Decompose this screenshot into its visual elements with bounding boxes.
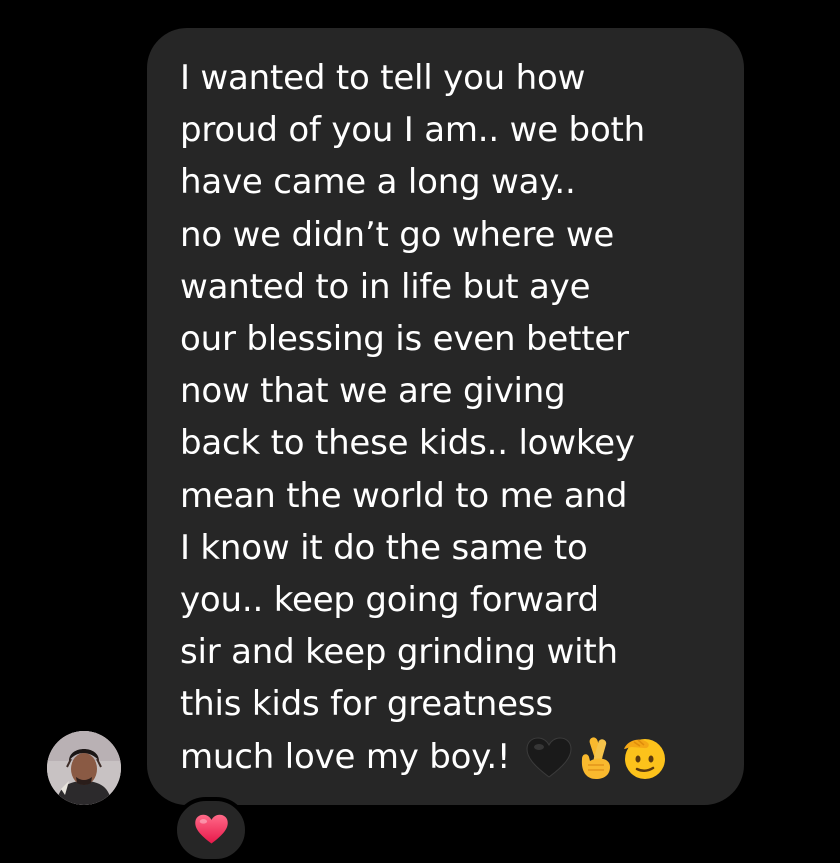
message-text: I wanted to tell you how proud of you I …	[180, 52, 740, 783]
message-line: no we didn’t go where we	[180, 214, 615, 255]
message-thread: I wanted to tell you how proud of you I …	[0, 0, 840, 863]
black-heart-icon	[526, 737, 572, 779]
profile-photo-icon	[47, 731, 121, 805]
message-line: I wanted to tell you how	[180, 58, 586, 98]
saluting-face-icon	[620, 735, 670, 781]
message-line: this kids for greatness	[180, 684, 553, 725]
message-line: have came a long way..	[180, 162, 576, 203]
message-line: proud of you I am.. we both	[180, 110, 646, 151]
message-line: mean the world to me and	[180, 475, 628, 516]
message-line: I know it do the same to	[180, 527, 588, 568]
message-last-line: much love my boy.!	[180, 731, 740, 783]
message-line: back to these kids.. lowkey	[180, 423, 635, 464]
message-line: now that we are giving	[180, 371, 566, 412]
message-line: wanted to in life but aye	[180, 266, 591, 307]
message-line: much love my boy.!	[180, 736, 511, 777]
message-line: you.. keep going forward	[180, 580, 599, 621]
sender-avatar[interactable]	[47, 731, 121, 805]
message-line: sir and keep grinding with	[180, 632, 618, 673]
red-heart-icon	[194, 814, 229, 850]
message-reaction[interactable]	[173, 797, 249, 863]
message-line: our blessing is even better	[180, 319, 629, 360]
crossed-fingers-icon	[576, 735, 616, 781]
